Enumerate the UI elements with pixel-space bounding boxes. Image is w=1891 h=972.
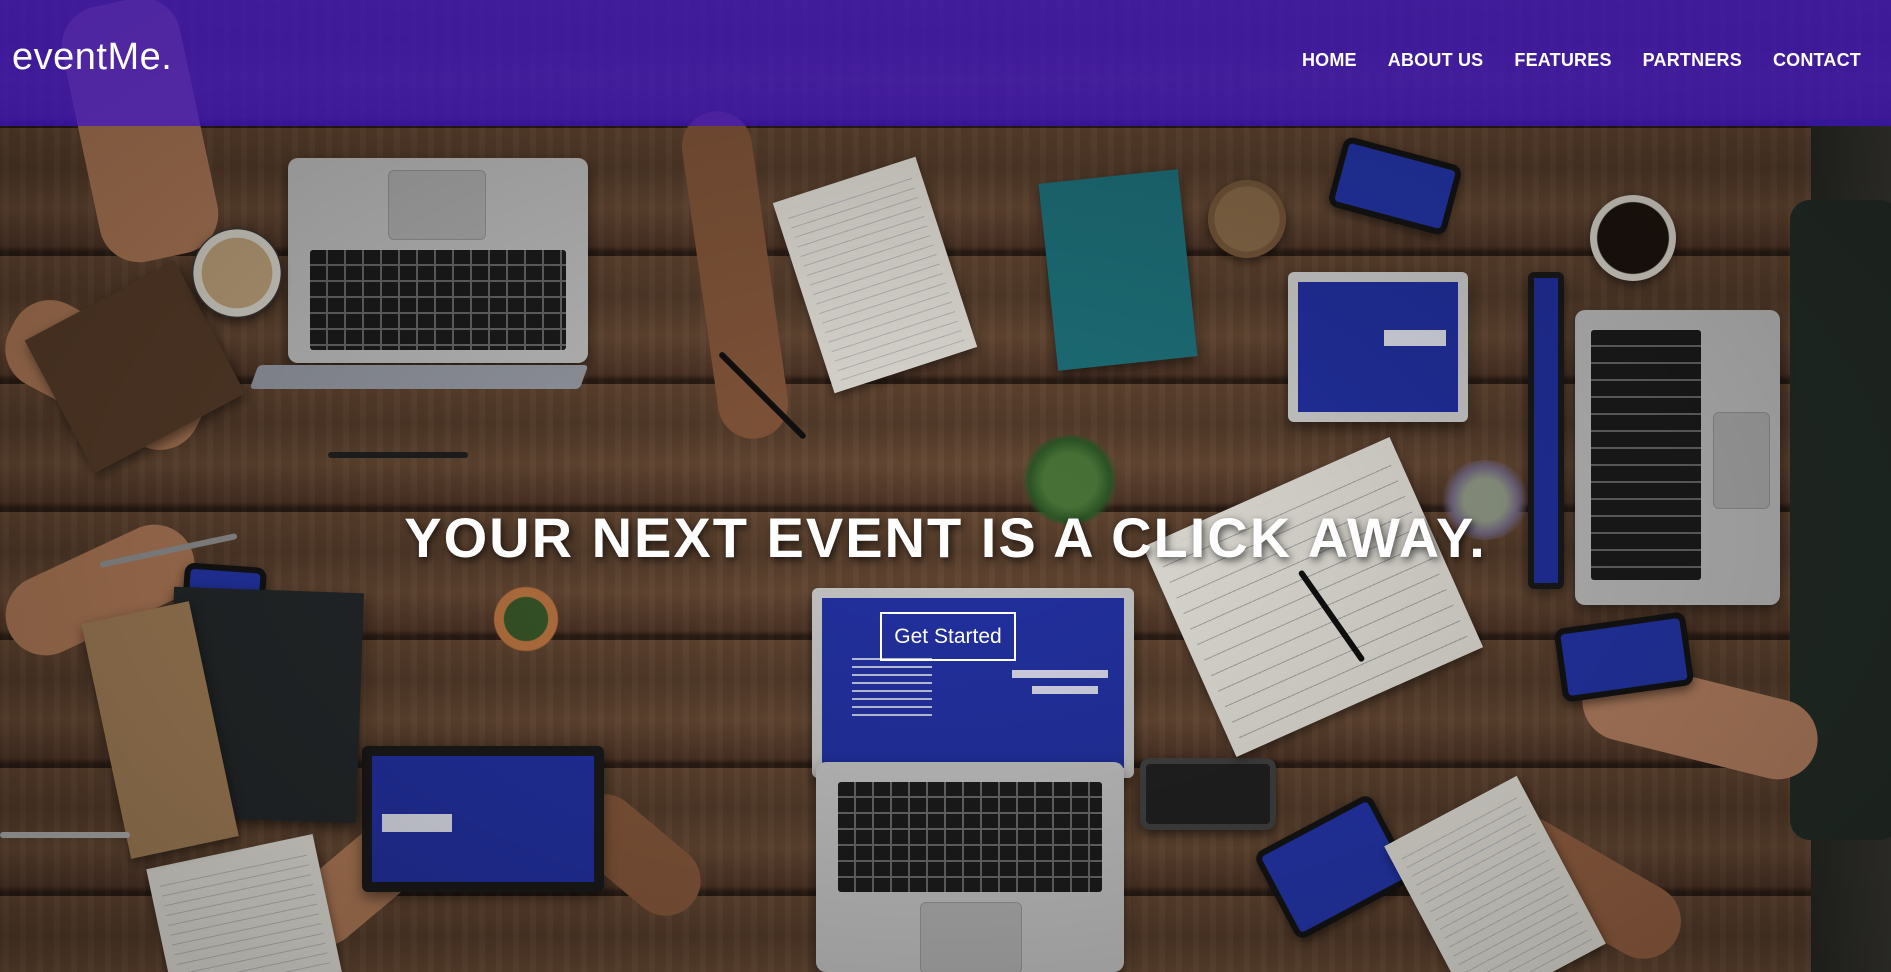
nav-item-partners[interactable]: PARTNERS bbox=[1643, 50, 1742, 71]
hero-headline: YOUR NEXT EVENT IS A CLICK AWAY. bbox=[404, 506, 1487, 569]
nav-item-home[interactable]: HOME bbox=[1302, 50, 1357, 71]
photo-vignette bbox=[0, 0, 1891, 972]
nav-item-features[interactable]: FEATURES bbox=[1514, 50, 1611, 71]
nav-item-contact[interactable]: CONTACT bbox=[1773, 50, 1861, 71]
nav-menu: HOME ABOUT US FEATURES PARTNERS CONTACT bbox=[1271, 50, 1861, 71]
nav-item-about-us[interactable]: ABOUT US bbox=[1388, 50, 1484, 71]
get-started-button[interactable]: Get Started bbox=[880, 612, 1016, 661]
hero-section: eventMe. HOME ABOUT US FEATURES PARTNERS… bbox=[0, 0, 1891, 972]
navbar: eventMe. HOME ABOUT US FEATURES PARTNERS… bbox=[0, 0, 1891, 126]
brand-logo[interactable]: eventMe. bbox=[12, 36, 172, 79]
